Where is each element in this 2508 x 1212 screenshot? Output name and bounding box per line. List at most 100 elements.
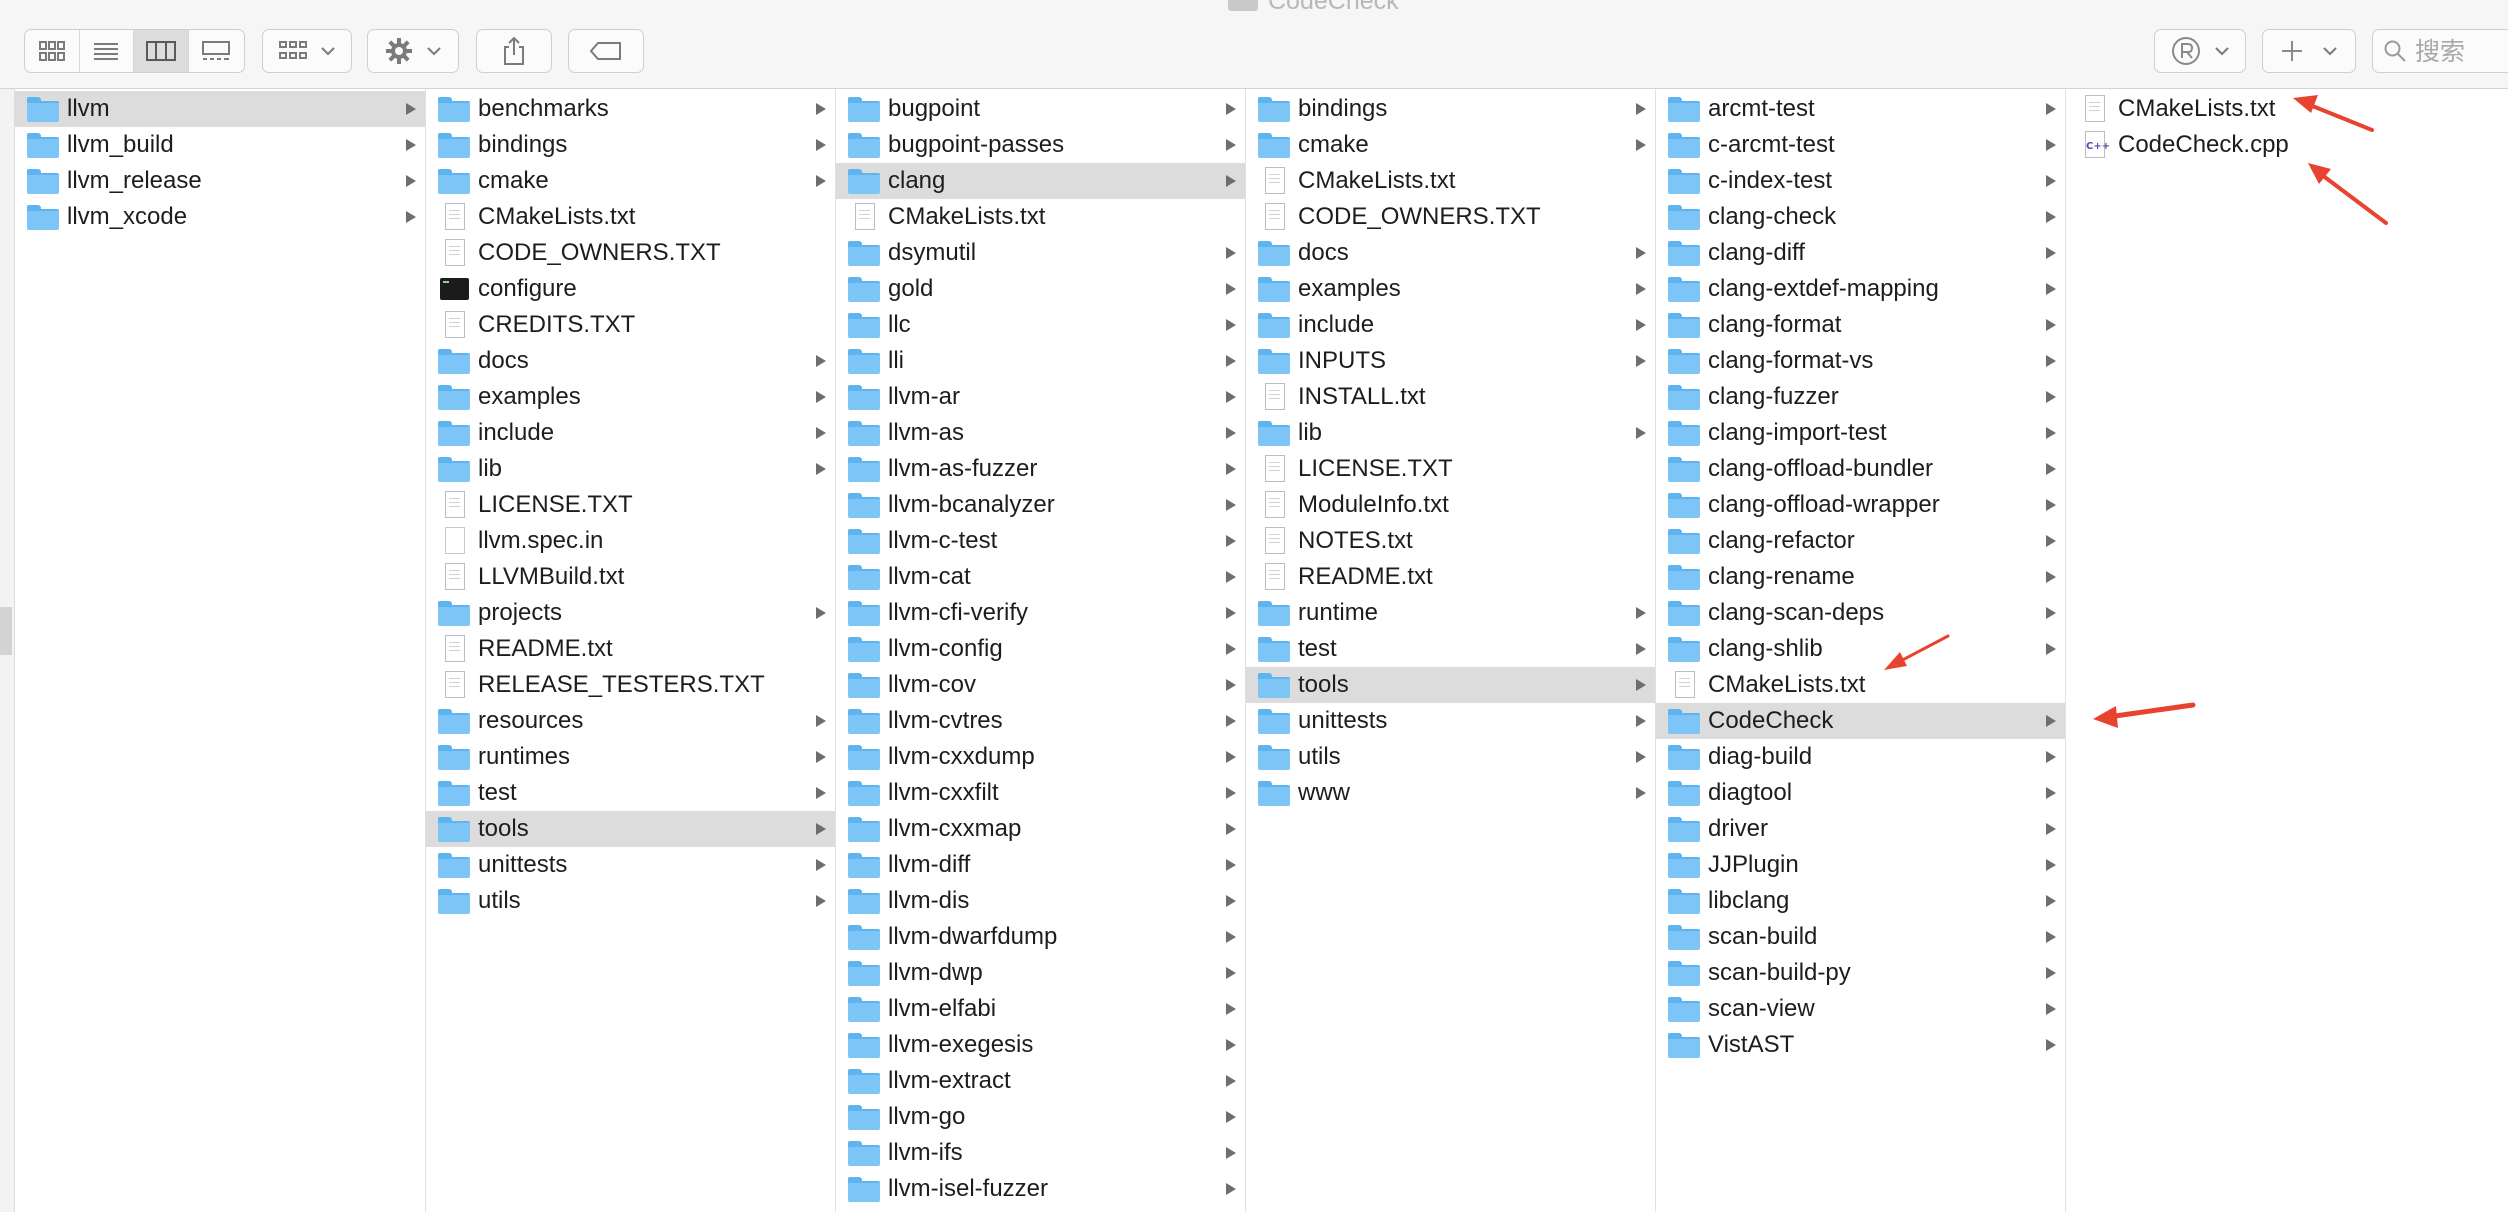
browser-column-3[interactable]: bugpoint bugpoint-passes clang CMakeLists.t… <box>836 89 1246 1212</box>
folder-item-diagtool[interactable]: diagtool <box>1656 775 2065 811</box>
folder-item-llvm-cxxfilt[interactable]: llvm-cxxfilt <box>836 775 1245 811</box>
folder-item-clang-offload-wrapper[interactable]: clang-offload-wrapper <box>1656 487 2065 523</box>
folder-item-scan-view[interactable]: scan-view <box>1656 991 2065 1027</box>
folder-item-clang-offload-bundler[interactable]: clang-offload-bundler <box>1656 451 2065 487</box>
folder-item-resources[interactable]: resources <box>426 703 835 739</box>
folder-item-utils[interactable]: utils <box>1246 739 1655 775</box>
browser-column-5[interactable]: arcmt-test c-arcmt-test c-index-test clang-… <box>1656 89 2066 1212</box>
folder-item-llvm-cvtres[interactable]: llvm-cvtres <box>836 703 1245 739</box>
tags-control[interactable] <box>569 30 643 72</box>
search-field[interactable] <box>2372 29 2508 73</box>
group-by-control[interactable] <box>263 30 351 72</box>
folder-item-lli[interactable]: lli <box>836 343 1245 379</box>
file-item-configure[interactable]: configure <box>426 271 835 307</box>
folder-item-clang-diff[interactable]: clang-diff <box>1656 235 2065 271</box>
folder-item-include[interactable]: include <box>1246 307 1655 343</box>
file-item-release-testers-txt[interactable]: RELEASE_TESTERS.TXT <box>426 667 835 703</box>
folder-item-tools[interactable]: tools <box>1246 667 1655 703</box>
file-item-moduleinfo-txt[interactable]: ModuleInfo.txt <box>1246 487 1655 523</box>
folder-item-llvm-build[interactable]: llvm_build <box>15 127 425 163</box>
folder-item-examples[interactable]: examples <box>426 379 835 415</box>
folder-item-runtime[interactable]: runtime <box>1246 595 1655 631</box>
folder-item-llvm-go[interactable]: llvm-go <box>836 1099 1245 1135</box>
browser-column-4[interactable]: bindings cmake CMakeLists.txt CODE_OWNERS.T… <box>1246 89 1656 1212</box>
folder-item-scan-build-py[interactable]: scan-build-py <box>1656 955 2065 991</box>
folder-item-clang-fuzzer[interactable]: clang-fuzzer <box>1656 379 2065 415</box>
folder-item-llvm-cfi-verify[interactable]: llvm-cfi-verify <box>836 595 1245 631</box>
folder-item-unittests[interactable]: unittests <box>1246 703 1655 739</box>
icon-view-button[interactable] <box>25 30 80 72</box>
folder-item-inputs[interactable]: INPUTS <box>1246 343 1655 379</box>
group-by-button[interactable] <box>262 29 352 73</box>
add-menu-button[interactable] <box>2262 29 2356 73</box>
folder-item-clang[interactable]: clang <box>836 163 1245 199</box>
folder-item-llc[interactable]: llc <box>836 307 1245 343</box>
folder-item-examples[interactable]: examples <box>1246 271 1655 307</box>
folder-item-scan-build[interactable]: scan-build <box>1656 919 2065 955</box>
folder-item-dsymutil[interactable]: dsymutil <box>836 235 1245 271</box>
file-item-license-txt[interactable]: LICENSE.TXT <box>1246 451 1655 487</box>
list-view-button[interactable] <box>80 30 134 72</box>
folder-item-llvm-cov[interactable]: llvm-cov <box>836 667 1245 703</box>
folder-item-llvm-as-fuzzer[interactable]: llvm-as-fuzzer <box>836 451 1245 487</box>
search-input[interactable] <box>2415 36 2508 66</box>
file-item-cmakelists-txt[interactable]: CMakeLists.txt <box>1656 667 2065 703</box>
file-item-cmakelists-txt[interactable]: CMakeLists.txt <box>2066 91 2508 127</box>
folder-item-llvm-config[interactable]: llvm-config <box>836 631 1245 667</box>
folder-item-llvm[interactable]: llvm <box>15 91 425 127</box>
folder-item-bugpoint-passes[interactable]: bugpoint-passes <box>836 127 1245 163</box>
folder-item-llvm-c-test[interactable]: llvm-c-test <box>836 523 1245 559</box>
folder-item-cmake[interactable]: cmake <box>426 163 835 199</box>
folder-item-clang-extdef-mapping[interactable]: clang-extdef-mapping <box>1656 271 2065 307</box>
action-menu-button[interactable] <box>367 29 459 73</box>
folder-item-llvm-ifs[interactable]: llvm-ifs <box>836 1135 1245 1171</box>
sidebar-resize-handle[interactable] <box>0 607 12 655</box>
folder-item-clang-import-test[interactable]: clang-import-test <box>1656 415 2065 451</box>
registered-menu-control[interactable] <box>2155 30 2245 72</box>
folder-item-llvm-dwp[interactable]: llvm-dwp <box>836 955 1245 991</box>
folder-item-diag-build[interactable]: diag-build <box>1656 739 2065 775</box>
browser-column-2[interactable]: benchmarks bindings cmake CMakeLists.txt COD… <box>426 89 836 1212</box>
folder-item-docs[interactable]: docs <box>426 343 835 379</box>
file-item-readme-txt[interactable]: README.txt <box>426 631 835 667</box>
folder-item-clang-rename[interactable]: clang-rename <box>1656 559 2065 595</box>
file-item-llvmbuild-txt[interactable]: LLVMBuild.txt <box>426 559 835 595</box>
file-item-codecheck-cpp[interactable]: C++ CodeCheck.cpp <box>2066 127 2508 163</box>
folder-item-test[interactable]: test <box>1246 631 1655 667</box>
folder-item-llvm-cxxdump[interactable]: llvm-cxxdump <box>836 739 1245 775</box>
folder-item-bindings[interactable]: bindings <box>1246 91 1655 127</box>
folder-item-llvm-extract[interactable]: llvm-extract <box>836 1063 1245 1099</box>
folder-item-c-arcmt-test[interactable]: c-arcmt-test <box>1656 127 2065 163</box>
folder-item-bugpoint[interactable]: bugpoint <box>836 91 1245 127</box>
folder-item-llvm-exegesis[interactable]: llvm-exegesis <box>836 1027 1245 1063</box>
folder-item-llvm-elfabi[interactable]: llvm-elfabi <box>836 991 1245 1027</box>
folder-item-bindings[interactable]: bindings <box>426 127 835 163</box>
folder-item-docs[interactable]: docs <box>1246 235 1655 271</box>
tags-button[interactable] <box>568 29 644 73</box>
folder-item-projects[interactable]: projects <box>426 595 835 631</box>
file-item-readme-txt[interactable]: README.txt <box>1246 559 1655 595</box>
browser-column-6[interactable]: CMakeLists.txt C++ CodeCheck.cpp <box>2066 89 2508 1212</box>
folder-item-c-index-test[interactable]: c-index-test <box>1656 163 2065 199</box>
file-item-llvm-spec-in[interactable]: llvm.spec.in <box>426 523 835 559</box>
registered-menu-button[interactable] <box>2154 29 2246 73</box>
add-menu-control[interactable] <box>2263 30 2355 72</box>
file-item-cmakelists-txt[interactable]: CMakeLists.txt <box>426 199 835 235</box>
folder-item-benchmarks[interactable]: benchmarks <box>426 91 835 127</box>
file-item-code-owners-txt[interactable]: CODE_OWNERS.TXT <box>426 235 835 271</box>
file-item-notes-txt[interactable]: NOTES.txt <box>1246 523 1655 559</box>
folder-item-llvm-bcanalyzer[interactable]: llvm-bcanalyzer <box>836 487 1245 523</box>
folder-item-www[interactable]: www <box>1246 775 1655 811</box>
column-view-button[interactable] <box>134 30 189 72</box>
file-item-cmakelists-txt[interactable]: CMakeLists.txt <box>1246 163 1655 199</box>
folder-item-clang-shlib[interactable]: clang-shlib <box>1656 631 2065 667</box>
folder-item-llvm-cat[interactable]: llvm-cat <box>836 559 1245 595</box>
file-item-cmakelists-txt[interactable]: CMakeLists.txt <box>836 199 1245 235</box>
gallery-view-button[interactable] <box>189 30 244 72</box>
folder-item-llvm-diff[interactable]: llvm-diff <box>836 847 1245 883</box>
folder-item-arcmt-test[interactable]: arcmt-test <box>1656 91 2065 127</box>
folder-item-clang-format-vs[interactable]: clang-format-vs <box>1656 343 2065 379</box>
folder-item-gold[interactable]: gold <box>836 271 1245 307</box>
folder-item-codecheck[interactable]: CodeCheck <box>1656 703 2065 739</box>
folder-item-lib[interactable]: lib <box>1246 415 1655 451</box>
